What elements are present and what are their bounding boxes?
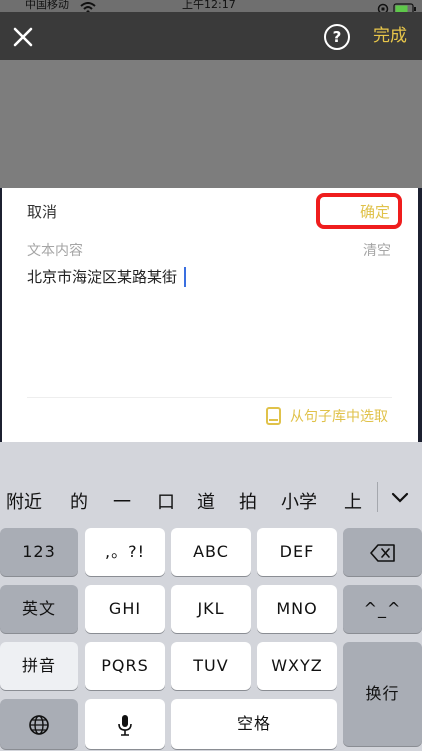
- backspace-icon: [369, 543, 396, 562]
- candidate-divider: [377, 482, 378, 512]
- key-123[interactable]: 123: [0, 528, 78, 576]
- candidate-item[interactable]: 道: [197, 492, 215, 514]
- key-jkl[interactable]: JKL: [171, 585, 251, 633]
- editor-top-bar: [0, 12, 422, 60]
- text-caret: [184, 267, 186, 287]
- key-enter[interactable]: 换行: [343, 642, 422, 746]
- sentence-library-link[interactable]: 从句子库中选取: [290, 407, 388, 427]
- key-globe[interactable]: [0, 699, 78, 749]
- help-icon[interactable]: ?: [324, 24, 350, 50]
- key-pinyin[interactable]: 拼音: [0, 642, 78, 690]
- canvas-preview: [0, 60, 422, 188]
- candidate-item[interactable]: 上: [344, 492, 362, 514]
- book-icon[interactable]: [266, 407, 281, 425]
- key-def[interactable]: DEF: [257, 528, 337, 576]
- key-tuv[interactable]: TUV: [171, 642, 251, 690]
- status-bar: 中国移动 上午12:17: [0, 0, 422, 15]
- done-button[interactable]: 完成: [373, 24, 407, 48]
- candidate-item[interactable]: 口: [157, 492, 175, 514]
- text-input[interactable]: 北京市海淀区某路某街: [27, 267, 177, 287]
- carrier-label: 中国移动: [25, 0, 69, 11]
- key-english[interactable]: 英文: [0, 585, 78, 633]
- key-emoticon[interactable]: ^_^: [343, 585, 422, 633]
- key-ghi[interactable]: GHI: [85, 585, 165, 633]
- key-wxyz[interactable]: WXYZ: [257, 642, 337, 690]
- key-abc[interactable]: ABC: [171, 528, 251, 576]
- clear-button[interactable]: 清空: [363, 242, 391, 260]
- key-backspace[interactable]: [343, 528, 422, 576]
- candidate-item[interactable]: 拍: [239, 492, 257, 514]
- globe-icon: [28, 714, 50, 736]
- key-pqrs[interactable]: PQRS: [85, 642, 165, 690]
- sheet-divider: [27, 397, 392, 398]
- text-content-label: 文本内容: [27, 243, 83, 259]
- microphone-icon: [117, 714, 133, 736]
- candidate-item[interactable]: 的: [70, 492, 88, 514]
- key-microphone[interactable]: [85, 699, 165, 749]
- confirm-button[interactable]: 确定: [360, 202, 390, 222]
- clock-label: 上午12:17: [182, 0, 236, 11]
- candidate-item[interactable]: 一: [113, 492, 131, 514]
- candidate-item[interactable]: 小学: [281, 492, 317, 514]
- key-mno[interactable]: MNO: [257, 585, 337, 633]
- close-icon[interactable]: [12, 26, 34, 52]
- key-space[interactable]: 空格: [171, 699, 337, 749]
- chevron-down-icon[interactable]: [389, 487, 411, 509]
- candidate-item[interactable]: 附近: [6, 492, 42, 514]
- right-edge: [418, 188, 422, 442]
- cancel-button[interactable]: 取消: [27, 202, 57, 222]
- key-punctuation[interactable]: ,。?!: [85, 528, 165, 576]
